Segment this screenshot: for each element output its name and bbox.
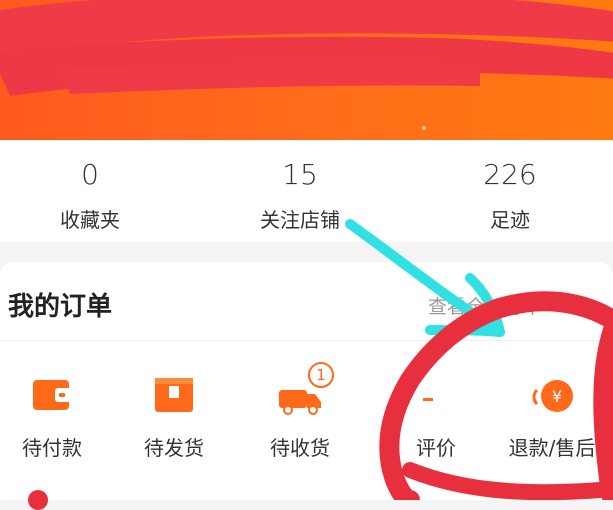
stat-favorites[interactable]: 0 收藏夹 (0, 140, 190, 242)
stat-label: 关注店铺 (260, 208, 340, 232)
order-label: 待发货 (144, 436, 204, 460)
order-label: 退款/售后 (508, 436, 596, 460)
order-pending-shipment[interactable]: 待发货 (112, 358, 236, 468)
refund-icon: ¥ (532, 380, 573, 412)
annotation-dot (28, 490, 48, 510)
badge-count: 1 (308, 362, 334, 388)
decorative-dot (422, 126, 426, 130)
orders-card: 我的订单 查看全部订单 待付款 待发货 1 待收货 评价 ¥ 退款/售后 (0, 262, 613, 500)
order-refund-after-sale[interactable]: ¥ 退款/售后 (490, 358, 613, 468)
redaction-scribble (0, 0, 613, 96)
profile-header (0, 0, 613, 140)
stat-followed-shops[interactable]: 15 关注店铺 (200, 140, 400, 242)
order-pending-payment[interactable]: 待付款 (0, 358, 114, 468)
divider (0, 340, 613, 341)
review-icon (423, 398, 433, 401)
order-label: 待付款 (22, 436, 82, 460)
package-icon (155, 378, 193, 412)
wallet-icon (33, 380, 71, 410)
order-label: 待收货 (270, 436, 330, 460)
svg-text:¥: ¥ (552, 387, 562, 406)
stat-value: 226 (483, 158, 537, 191)
stats-row: 0 收藏夹 15 关注店铺 226 足迹 (0, 140, 613, 242)
stat-value: 0 (81, 158, 99, 191)
order-review[interactable]: 评价 (364, 358, 488, 468)
stat-label: 收藏夹 (60, 208, 120, 232)
order-pending-receipt[interactable]: 1 待收货 (238, 358, 362, 468)
view-all-orders-link[interactable]: 查看全部订单 (428, 292, 542, 319)
stat-label: 足迹 (490, 208, 530, 232)
order-label: 评价 (416, 436, 456, 460)
stat-value: 15 (282, 158, 318, 191)
stat-footprints[interactable]: 226 足迹 (410, 140, 610, 242)
orders-title: 我的订单 (8, 292, 113, 322)
